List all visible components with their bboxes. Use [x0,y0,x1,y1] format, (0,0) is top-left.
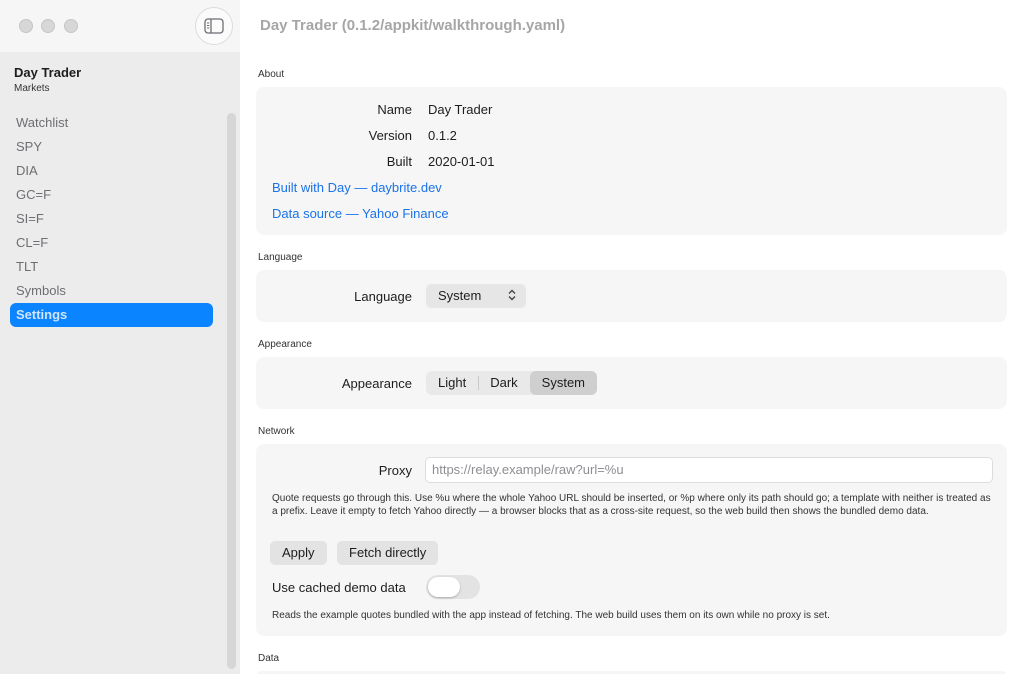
sidebar-toggle-icon [204,18,224,34]
proxy-help-text: Quote requests go through this. Use %u w… [272,493,991,517]
sidebar-item-symbols[interactable]: Symbols [10,279,213,303]
sidebar-item-spy[interactable]: SPY [10,135,213,159]
window-zoom-button[interactable] [64,19,78,33]
window-title: Day Trader (0.1.2/appkit/walkthrough.yam… [260,17,566,34]
sidebar-toggle-button[interactable] [195,7,233,45]
built-with-link[interactable]: Built with Day — daybrite.dev [272,180,442,195]
language-select[interactable]: System [426,284,526,308]
language-card: Language System [256,270,1007,322]
apply-button[interactable]: Apply [270,541,327,565]
window-minimize-button[interactable] [41,19,55,33]
sidebar-item-dia[interactable]: DIA [10,159,213,183]
version-value: 0.1.2 [428,128,457,143]
settings-content: About Name Day Trader Version 0.1.2 Buil… [240,52,1024,674]
sidebar-scrollbar[interactable] [227,113,236,669]
appearance-option-system[interactable]: System [529,371,597,395]
name-value: Day Trader [428,102,493,117]
network-card: Proxy https://relay.example/raw?url=%u Q… [256,444,1007,636]
appearance-card: Appearance Light Dark System [256,357,1007,409]
appearance-option-light[interactable]: Light [426,371,478,395]
sidebar-item-gc-f[interactable]: GC=F [10,183,213,207]
proxy-input[interactable]: https://relay.example/raw?url=%u [425,457,993,483]
section-label-data: Data [258,653,280,664]
sidebar-item-si-f[interactable]: SI=F [10,207,213,231]
cached-demo-label: Use cached demo data [272,580,406,595]
sidebar-title: Day Trader [14,65,82,80]
language-label: Language [354,289,412,304]
window-close-button[interactable] [19,19,33,33]
section-label-network: Network [258,426,295,437]
chevron-up-down-icon [508,284,516,308]
section-label-appearance: Appearance [258,339,312,350]
sidebar-subtitle: Markets [14,83,50,94]
name-label: Name [377,102,412,117]
built-value: 2020-01-01 [428,154,495,169]
sidebar-nav: Watchlist SPY DIA GC=F SI=F CL=F TLT Sym… [10,111,213,327]
appearance-label: Appearance [341,376,412,391]
appearance-option-dark[interactable]: Dark [478,371,529,395]
built-label: Built [386,154,412,169]
sidebar-titlebar [0,0,240,52]
section-label-about: About [258,69,285,80]
sidebar: Day Trader Markets Watchlist SPY DIA GC=… [0,0,240,674]
sidebar-item-cl-f[interactable]: CL=F [10,231,213,255]
sidebar-item-settings[interactable]: Settings [10,303,213,327]
sidebar-item-watchlist[interactable]: Watchlist [10,111,213,135]
section-label-language: Language [258,252,303,263]
fetch-directly-button[interactable]: Fetch directly [337,541,439,565]
language-select-value: System [438,288,482,303]
cached-demo-help-text: Reads the example quotes bundled with th… [272,610,830,621]
sidebar-item-tlt[interactable]: TLT [10,255,213,279]
toggle-knob [428,577,460,597]
appearance-segmented-control: Light Dark System [426,371,597,395]
sidebar-heading: Day Trader Markets [14,65,81,94]
proxy-label: Proxy [378,463,412,478]
version-label: Version [368,128,412,143]
about-card: Name Day Trader Version 0.1.2 Built 2020… [256,87,1007,235]
cached-demo-toggle[interactable] [426,575,480,599]
data-source-link[interactable]: Data source — Yahoo Finance [272,206,449,221]
